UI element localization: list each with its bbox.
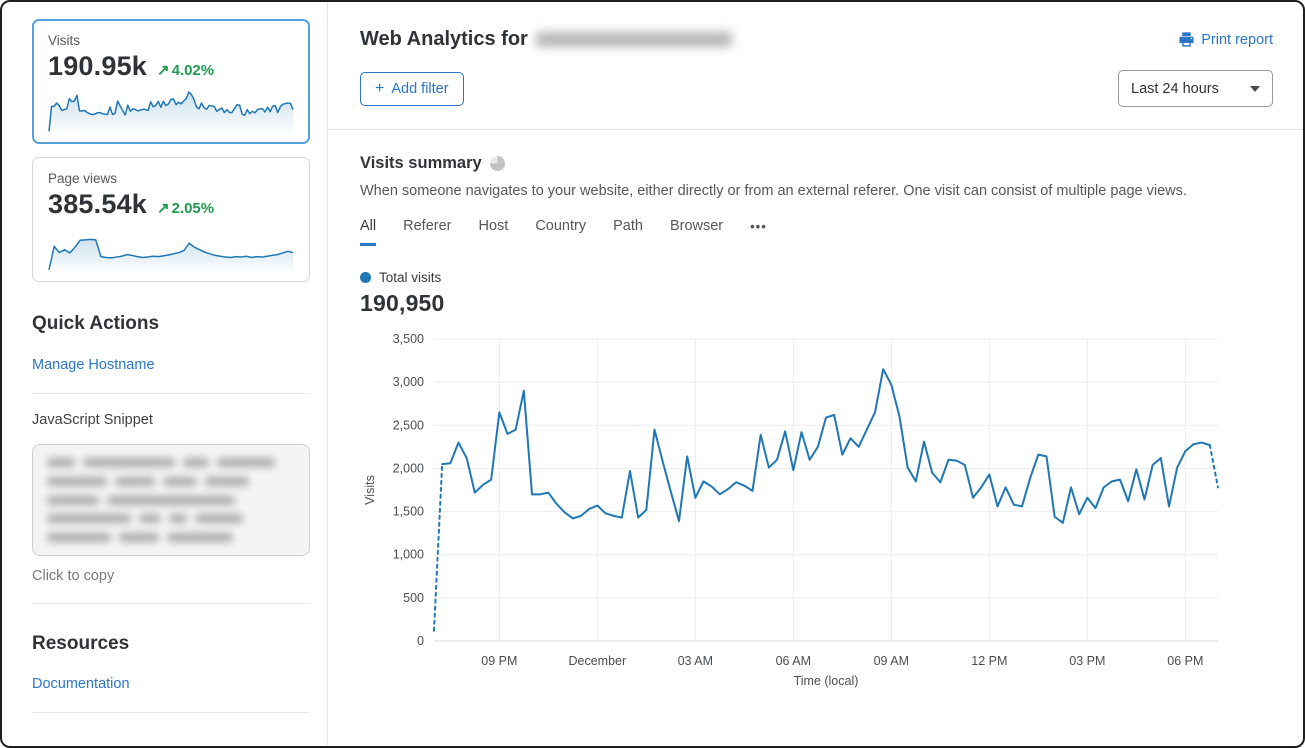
resources-heading: Resources xyxy=(32,633,310,655)
page-views-sparkline xyxy=(48,226,294,274)
svg-text:3,000: 3,000 xyxy=(393,375,424,389)
trend-up-icon: ↗ xyxy=(157,62,170,79)
svg-text:0: 0 xyxy=(417,634,424,648)
svg-text:2,500: 2,500 xyxy=(393,418,424,432)
quick-actions-heading: Quick Actions xyxy=(32,313,310,335)
printer-icon xyxy=(1178,31,1195,48)
print-report-link[interactable]: Print report xyxy=(1178,31,1273,48)
page-title: Web Analytics for xyxy=(360,28,732,51)
line-chart-svg: 09 PM December 03 AM 06 AM 09 AM 12 PM 03 PM 06… xyxy=(360,327,1260,689)
app-window: Visits 190.95k ↗4.02% Page views 385.54k… xyxy=(0,0,1305,748)
plus-icon: + xyxy=(375,81,384,97)
tab-path[interactable]: Path xyxy=(613,218,643,246)
svg-text:06 AM: 06 AM xyxy=(776,654,811,668)
summary-title: Visits summary xyxy=(360,154,482,173)
click-to-copy-hint: Click to copy xyxy=(32,568,310,584)
metric-value: 385.54k xyxy=(48,189,147,220)
tab-more-ellipsis[interactable]: ••• xyxy=(750,219,767,246)
metric-label: Page views xyxy=(48,171,294,186)
sidebar: Visits 190.95k ↗4.02% Page views 385.54k… xyxy=(2,2,327,746)
metric-label: Visits xyxy=(48,33,294,48)
javascript-snippet-label: JavaScript Snippet xyxy=(32,412,310,428)
manage-hostname-link[interactable]: Manage Hostname xyxy=(32,357,155,373)
chart-legend: Total visits xyxy=(360,270,1271,285)
tab-country[interactable]: Country xyxy=(535,218,586,246)
pie-chart-icon xyxy=(490,156,505,171)
svg-text:1,500: 1,500 xyxy=(393,505,424,519)
legend-dot-icon xyxy=(360,272,371,283)
chevron-down-icon xyxy=(1250,86,1260,92)
summary-description: When someone navigates to your website, … xyxy=(360,183,1271,199)
time-range-select[interactable]: Last 24 hours xyxy=(1118,70,1273,107)
svg-text:03 AM: 03 AM xyxy=(678,654,713,668)
metric-card-page-views[interactable]: Page views 385.54k ↗2.05% xyxy=(32,157,310,282)
svg-text:1,000: 1,000 xyxy=(393,548,424,562)
metric-card-visits[interactable]: Visits 190.95k ↗4.02% xyxy=(32,19,310,144)
svg-text:09 PM: 09 PM xyxy=(481,654,517,668)
svg-text:500: 500 xyxy=(403,591,424,605)
visits-line-chart: 09 PM December 03 AM 06 AM 09 AM 12 PM 03 PM 06… xyxy=(360,327,1271,694)
tab-referer[interactable]: Referer xyxy=(403,218,451,246)
metric-value: 190.95k xyxy=(48,51,147,82)
add-filter-button[interactable]: + Add filter xyxy=(360,72,464,106)
divider xyxy=(32,712,310,713)
tab-host[interactable]: Host xyxy=(478,218,508,246)
metric-delta: ↗4.02% xyxy=(157,61,214,79)
legend-label: Total visits xyxy=(379,270,441,285)
tab-browser[interactable]: Browser xyxy=(670,218,723,246)
svg-text:06 PM: 06 PM xyxy=(1167,654,1203,668)
visits-sparkline xyxy=(48,88,294,136)
metric-delta: ↗2.05% xyxy=(157,199,214,217)
svg-text:3,500: 3,500 xyxy=(393,332,424,346)
svg-text:03 PM: 03 PM xyxy=(1069,654,1105,668)
tab-all[interactable]: All xyxy=(360,218,376,246)
total-visits-value: 190,950 xyxy=(360,290,1271,317)
svg-text:09 AM: 09 AM xyxy=(874,654,909,668)
documentation-link[interactable]: Documentation xyxy=(32,676,130,692)
svg-text:Visits: Visits xyxy=(363,475,377,505)
svg-text:December: December xyxy=(568,654,626,668)
javascript-snippet-code-box[interactable] xyxy=(32,444,310,556)
visits-summary-section: Visits summary When someone navigates to… xyxy=(328,130,1303,694)
divider xyxy=(32,603,310,604)
svg-text:Time (local): Time (local) xyxy=(794,674,859,688)
summary-tabs: All Referer Host Country Path Browser ••… xyxy=(360,218,1271,246)
svg-text:2,000: 2,000 xyxy=(393,461,424,475)
trend-up-icon: ↗ xyxy=(157,200,170,217)
svg-text:12 PM: 12 PM xyxy=(971,654,1007,668)
site-domain-redacted xyxy=(536,32,732,47)
main-panel: Web Analytics for Print report + Add fil… xyxy=(327,2,1303,746)
divider xyxy=(32,393,310,394)
